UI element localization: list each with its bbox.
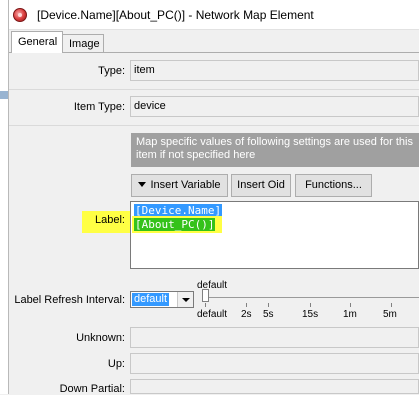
slider-tick-label: 1m bbox=[343, 309, 357, 320]
separator bbox=[9, 125, 419, 126]
type-field: item bbox=[130, 60, 419, 81]
general-panel: Type: item Item Type: device Map specifi… bbox=[9, 53, 419, 395]
item-type-label: Item Type: bbox=[73, 101, 125, 113]
up-label: Up: bbox=[107, 358, 125, 370]
slider-tick-label: 2s bbox=[241, 309, 252, 320]
chevron-down-icon[interactable] bbox=[177, 292, 193, 307]
background-window-strip bbox=[0, 0, 9, 394]
slider-tick bbox=[246, 303, 247, 307]
type-label: Type: bbox=[98, 65, 125, 77]
window-title: [Device.Name][About_PC()] - Network Map … bbox=[37, 8, 314, 22]
refresh-slider-track[interactable] bbox=[205, 297, 419, 298]
refresh-interval-value: default bbox=[132, 293, 170, 306]
slider-tick-label: 15s bbox=[302, 309, 319, 320]
unknown-field[interactable] bbox=[130, 327, 419, 348]
down-partial-field[interactable] bbox=[130, 379, 419, 394]
down-partial-label: Down Partial: bbox=[59, 383, 125, 395]
refresh-interval-select[interactable]: default bbox=[130, 291, 194, 308]
insert-variable-label: Insert Variable bbox=[150, 179, 221, 191]
functions-button[interactable]: Functions... bbox=[295, 174, 372, 197]
tab-strip: General Image bbox=[9, 31, 419, 53]
slider-tick bbox=[310, 303, 311, 307]
app-icon bbox=[13, 8, 27, 22]
insert-variable-button[interactable]: Insert Variable bbox=[131, 174, 228, 197]
slider-tick-label: default bbox=[197, 309, 228, 320]
item-type-field: device bbox=[130, 96, 419, 117]
insert-oid-button[interactable]: Insert Oid bbox=[231, 174, 291, 197]
refresh-slider-thumb[interactable] bbox=[202, 289, 209, 302]
info-note: Map specific values of following setting… bbox=[131, 133, 419, 167]
slider-tick-label: 5m bbox=[383, 309, 397, 320]
background-selection-mark bbox=[0, 91, 8, 99]
dialog-window: [Device.Name][About_PC()] - Network Map … bbox=[9, 0, 419, 395]
tab-image[interactable]: Image bbox=[62, 34, 104, 53]
slider-tick bbox=[391, 303, 392, 307]
slider-tick bbox=[350, 303, 351, 307]
slider-tick bbox=[205, 303, 206, 307]
label-editor[interactable]: [Device.Name] [About_PC()] bbox=[130, 201, 419, 269]
slider-tick bbox=[268, 303, 269, 307]
triangle-down-icon bbox=[138, 181, 147, 187]
title-bar: [Device.Name][About_PC()] - Network Map … bbox=[9, 0, 419, 30]
unknown-label: Unknown: bbox=[76, 332, 125, 344]
tab-general[interactable]: General bbox=[11, 31, 63, 53]
up-field[interactable] bbox=[130, 353, 419, 374]
separator bbox=[9, 89, 419, 90]
label-line-about-pc: [About_PC()] bbox=[134, 218, 216, 231]
slider-tick-label: 5s bbox=[263, 309, 274, 320]
refresh-interval-label: Label Refresh Interval: bbox=[14, 294, 125, 306]
label-label: Label: bbox=[95, 214, 125, 226]
